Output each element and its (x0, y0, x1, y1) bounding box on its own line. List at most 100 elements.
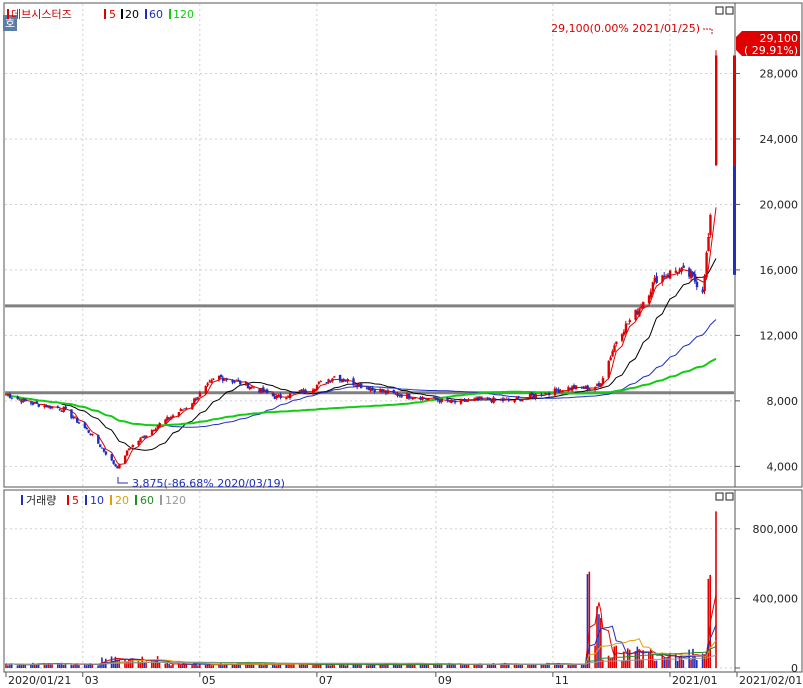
volume-bar (252, 664, 255, 668)
volume-bar (621, 660, 623, 668)
candle-body (131, 444, 135, 448)
candle-body (166, 416, 169, 421)
volume-bar (72, 665, 74, 668)
candle-body (413, 397, 417, 399)
volume-bar (609, 658, 612, 668)
volume-bar (262, 665, 264, 668)
candle-body (37, 404, 41, 407)
x-axis-label: 11 (555, 674, 569, 687)
candle-body (285, 398, 288, 400)
candle-body (204, 386, 207, 394)
candle-body (279, 394, 282, 399)
vma5-label: 5 (72, 494, 79, 507)
volume-bar (204, 664, 207, 668)
candle-body (8, 393, 12, 398)
candle-body (317, 382, 321, 384)
candle-body (427, 398, 430, 401)
candle-body (521, 398, 524, 402)
volume-bar (559, 664, 562, 668)
volume-bar (625, 660, 627, 668)
volume-bar (273, 664, 276, 668)
candle-body (707, 236, 710, 252)
price-tick-label: 12,000 (760, 329, 799, 342)
volume-bar (519, 664, 522, 668)
price-tick-label: 4,000 (767, 460, 799, 473)
volume-bar (206, 664, 209, 668)
volume-bar (680, 655, 683, 668)
candle-body (674, 270, 678, 273)
candle-body (676, 272, 680, 274)
volume-bar (465, 664, 468, 668)
candle-body (542, 394, 545, 396)
x-axis-labels: 2020/01/21 03 05 07 09 11 2021/01 2021/02/01 (5, 672, 802, 687)
candle-body (680, 267, 683, 272)
maximize-icon[interactable] (725, 6, 734, 15)
volume-bar (423, 664, 426, 668)
candle-body (35, 401, 39, 404)
candle-body (494, 398, 497, 400)
candle-body (440, 398, 443, 402)
volume-bar (304, 665, 307, 668)
volume-bar (91, 664, 94, 668)
volume-bar (7, 665, 9, 668)
volume-bar (452, 664, 454, 668)
volume-bar (381, 664, 383, 668)
volume-bar (235, 664, 238, 668)
volume-bar (49, 663, 51, 668)
volume-bar (166, 663, 168, 668)
volume-bar (83, 664, 86, 668)
volume-bar (250, 664, 253, 668)
volume-bar (78, 665, 80, 668)
candle-body (233, 381, 236, 383)
candle-body (642, 302, 645, 309)
volume-bar (530, 664, 533, 668)
candle-body (112, 460, 115, 464)
candle-body (594, 387, 597, 390)
volume-bar (694, 655, 696, 668)
volume-bar (118, 659, 121, 668)
volume-bar (529, 665, 531, 668)
volume-bar (488, 665, 491, 668)
x-axis-label: 2020/01/21 (8, 674, 71, 687)
vol-maximize-icon[interactable] (725, 492, 734, 501)
volume-bar (507, 664, 510, 668)
volume-bar (636, 646, 639, 668)
volume-bar (170, 665, 172, 668)
vma60-label: 60 (140, 494, 154, 507)
volume-bar (665, 658, 667, 668)
price-title: 데브시스터즈 (11, 8, 72, 21)
volume-bar (667, 656, 669, 668)
volume-bar (191, 665, 193, 668)
volume-bar (24, 665, 26, 668)
volume-bar (293, 664, 295, 668)
range-bar-down (733, 165, 736, 275)
candle-body (139, 438, 142, 442)
candle-body (56, 406, 60, 409)
volume-bar (32, 662, 34, 668)
candle-body (239, 380, 242, 385)
candle-body (611, 351, 614, 357)
candle-body (452, 400, 455, 402)
volume-bar (85, 665, 88, 668)
volume-bar (696, 660, 698, 668)
candle-body (392, 390, 396, 394)
candle-body (198, 392, 202, 397)
x-axis-label: 05 (202, 674, 216, 687)
volume-bar (651, 653, 654, 668)
volume-bar (582, 664, 585, 668)
volume-bar (289, 664, 291, 668)
candle-body (181, 409, 184, 411)
candle-body (480, 397, 484, 399)
candle-body (110, 454, 113, 461)
candle-body (655, 276, 658, 283)
candle-body (212, 378, 215, 380)
volume-bar (634, 651, 637, 668)
x-axis-label: 09 (438, 674, 452, 687)
volume-bar (532, 664, 535, 668)
volume-bar (20, 665, 23, 668)
candle-body (154, 428, 158, 431)
volume-bar (62, 664, 65, 668)
max-annotation: 29,100(0.00% 2021/01/25) (551, 22, 700, 35)
candle-body (237, 379, 240, 381)
candle-body (628, 320, 632, 323)
